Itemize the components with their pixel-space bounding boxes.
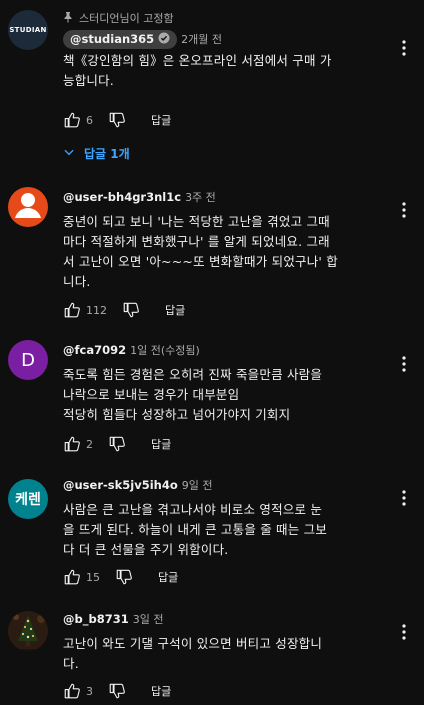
chevron-down-icon (62, 145, 76, 162)
like-count: 112 (86, 303, 107, 317)
reply-button[interactable]: 답글 (151, 683, 171, 699)
comment-time[interactable]: 1일 전(수정됨) (130, 342, 200, 358)
avatar[interactable]: 케렌 (8, 479, 48, 519)
comment-thread: 케렌 @user-sk5jv5ih4o 9일 전 사람은 큰 고난을 겪고나서야… (0, 470, 424, 596)
more-options-icon[interactable] (396, 486, 412, 510)
comment-text: 죽도록 힘든 경험은 오히려 진짜 죽을만큼 사람을 나락으로 보내는 경우가 … (63, 367, 323, 422)
reply-button[interactable]: 답글 (151, 112, 171, 128)
avatar[interactable]: D (8, 340, 48, 380)
avatar[interactable]: STUDIAN (8, 10, 48, 50)
replies-count-label: 답글 1개 (84, 146, 130, 161)
comment-time[interactable]: 3주 전 (185, 189, 216, 205)
christmas-tree-photo-icon (8, 611, 48, 651)
comment-time[interactable]: 3일 전 (133, 611, 164, 627)
comment-thread: STUDIAN 스터디언님이 고정함 @studian365 2개월 전 책《강… (0, 0, 424, 170)
more-options-icon[interactable] (396, 36, 412, 60)
author-handle: @studian365 (70, 32, 155, 46)
like-icon[interactable] (60, 679, 84, 703)
author-name[interactable]: @user-sk5jv5ih4o (63, 478, 178, 492)
view-replies-button[interactable]: 답글 1개 (62, 140, 130, 166)
like-count: 6 (86, 113, 93, 127)
dislike-icon[interactable] (119, 298, 143, 322)
dislike-icon[interactable] (105, 108, 129, 132)
like-count: 3 (86, 684, 93, 698)
like-count: 15 (86, 570, 100, 584)
comment-thread: D @fca7092 1일 전(수정됨) 죽도록 힘든 경험은 오히려 진짜 죽… (0, 336, 424, 466)
comment-text: 사람은 큰 고난을 겪고나서야 비로소 영적으로 눈 을 뜨게 된다. 하늘이 … (63, 502, 328, 557)
pinned-indicator: 스터디언님이 고정함 (63, 10, 388, 26)
like-icon[interactable] (60, 108, 84, 132)
like-icon[interactable] (60, 298, 84, 322)
author-name[interactable]: @fca7092 (63, 343, 126, 357)
like-icon[interactable] (60, 565, 84, 589)
comment-thread: @b_b8731 3일 전 고난이 와도 기댈 구석이 있으면 버티고 성장합니… (0, 604, 424, 705)
comment-text: 중년이 되고 보니 '나는 적당한 고난을 겪었고 그때 마다 적절하게 변화했… (63, 214, 338, 289)
like-count: 2 (86, 437, 93, 451)
like-icon[interactable] (60, 432, 84, 456)
verified-check-icon (158, 32, 170, 47)
comment-thread: @user-bh4gr3nl1c 3주 전 중년이 되고 보니 '나는 적당한 … (0, 180, 424, 330)
more-options-icon[interactable] (396, 620, 412, 644)
avatar[interactable] (8, 187, 48, 227)
dislike-icon[interactable] (105, 679, 129, 703)
avatar-label: STUDIAN (9, 26, 47, 34)
comment-time[interactable]: 2개월 전 (181, 31, 222, 47)
comment-text: 고난이 와도 기댈 구석이 있으면 버티고 성장합니 다. (63, 636, 323, 671)
avatar-label: 케렌 (15, 492, 41, 508)
comment-text: 책《강인함의 힘》은 온오프라인 서점에서 구매 가 능합니다. (63, 53, 332, 88)
dislike-icon[interactable] (105, 432, 129, 456)
avatar[interactable] (8, 611, 48, 651)
pin-icon (63, 11, 73, 26)
avatar-label: D (21, 349, 35, 371)
author-name[interactable]: @studian365 (63, 29, 178, 49)
user-silhouette-icon (8, 187, 48, 227)
reply-button[interactable]: 답글 (165, 302, 185, 318)
reply-button[interactable]: 답글 (158, 569, 178, 585)
author-name[interactable]: @b_b8731 (63, 612, 129, 626)
author-name[interactable]: @user-bh4gr3nl1c (63, 190, 181, 204)
comment-time[interactable]: 9일 전 (182, 477, 213, 493)
dislike-icon[interactable] (112, 565, 136, 589)
more-options-icon[interactable] (396, 198, 412, 222)
reply-button[interactable]: 답글 (151, 436, 171, 452)
more-options-icon[interactable] (396, 352, 412, 376)
pinned-label: 스터디언님이 고정함 (79, 12, 174, 25)
